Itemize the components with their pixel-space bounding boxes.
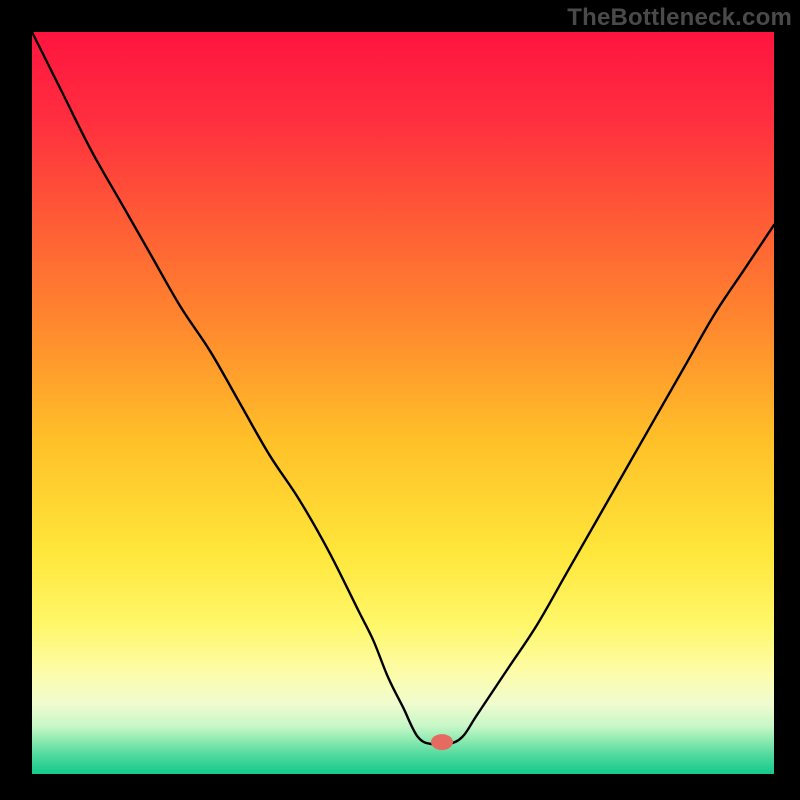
chart-svg [32, 32, 774, 774]
plot-area [32, 32, 774, 774]
watermark-label: TheBottleneck.com [567, 4, 792, 32]
chart-frame: TheBottleneck.com [0, 0, 800, 800]
optimal-marker [431, 734, 453, 750]
